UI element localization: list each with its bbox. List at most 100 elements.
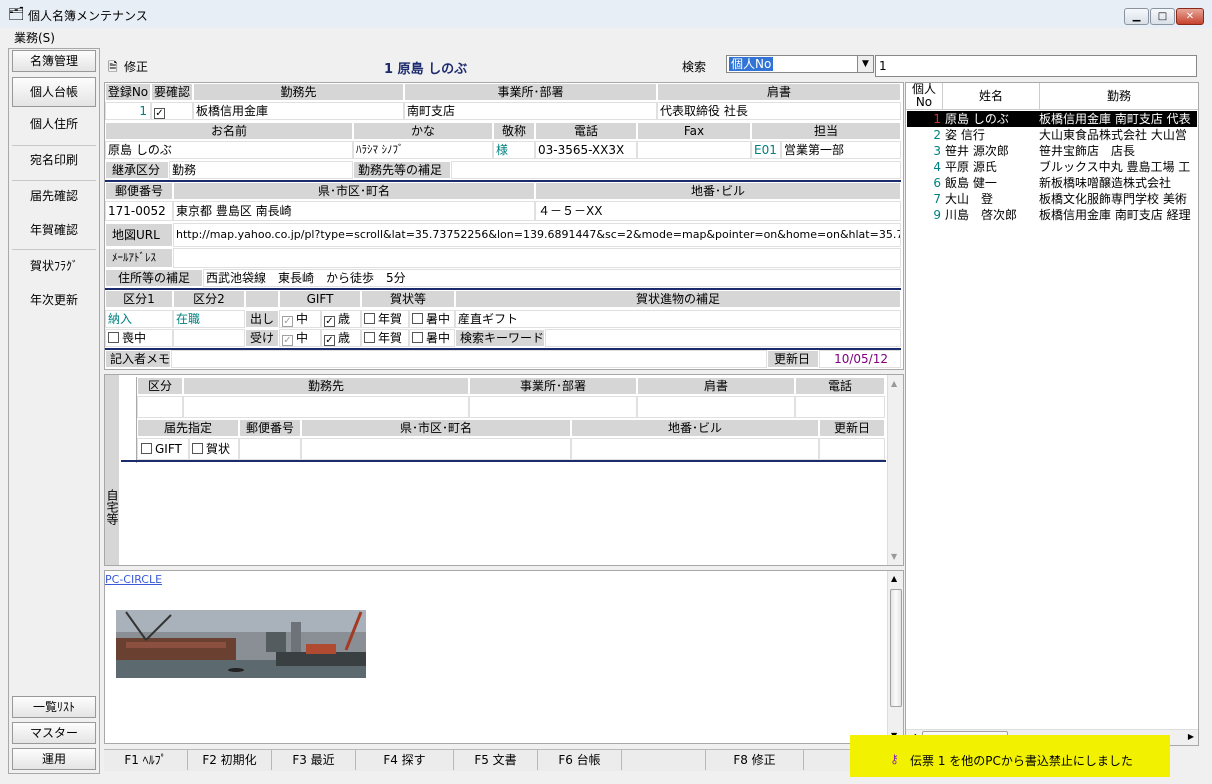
honorific-field[interactable]: 様 bbox=[493, 141, 535, 159]
card-note-field[interactable]: 産直ギフト bbox=[455, 310, 901, 328]
chevron-down-icon[interactable]: ▼ bbox=[857, 56, 873, 72]
sidebar-top-button[interactable]: 名簿管理 bbox=[12, 50, 96, 72]
recv-year-checkbox[interactable]: ✓ 歳 bbox=[321, 329, 361, 347]
staff-field[interactable]: 営業第一部 bbox=[781, 141, 901, 159]
window-title: 個人名簿メンテナンス bbox=[28, 9, 148, 23]
reg-no-field[interactable]: 1 bbox=[105, 102, 151, 120]
sidebar-item-card-flag[interactable]: 賀状ﾌﾗｸﾞ bbox=[12, 254, 96, 278]
company-field[interactable]: 板橋信用金庫 bbox=[193, 102, 404, 120]
list-row[interactable]: 6 飯島 健一 新板橋味噌醸造株式会社 bbox=[907, 175, 1197, 191]
title-field[interactable]: 代表取締役 社長 bbox=[657, 102, 901, 120]
sidebar-item-ledger[interactable]: 個人台帳 bbox=[12, 77, 96, 107]
send-mid-checkbox[interactable]: ✓ 中 bbox=[279, 310, 321, 328]
mode-label: 修正 bbox=[124, 60, 149, 74]
recv-nenga-checkbox[interactable]: 年賀 bbox=[361, 329, 409, 347]
list-row[interactable]: 3 笹井 源次郎 笹井宝飾店 店長 bbox=[907, 143, 1197, 159]
staff-code-field[interactable]: E01 bbox=[751, 141, 781, 159]
company-supp-field[interactable] bbox=[451, 161, 901, 179]
confirm-checkbox[interactable]: ✓ bbox=[151, 102, 193, 120]
list-header-no[interactable]: 個人No bbox=[906, 83, 943, 110]
list-row-selected[interactable]: 1 原島 しのぶ 板橋信用金庫 南町支店 代表 bbox=[907, 111, 1197, 127]
home-row-marker bbox=[121, 377, 137, 463]
f1-help-button[interactable]: F1 ﾍﾙﾌﾟ bbox=[104, 750, 188, 770]
sidebar-item-annual-update[interactable]: 年次更新 bbox=[12, 288, 96, 312]
kubun1-field[interactable]: 納入 bbox=[105, 310, 173, 328]
minimize-button[interactable]: ▁ bbox=[1124, 8, 1149, 25]
memo-field[interactable] bbox=[171, 350, 767, 368]
recv-mid-checkbox[interactable]: ✓ 中 bbox=[279, 329, 321, 347]
home-kubun-field[interactable] bbox=[137, 396, 183, 418]
mail-field[interactable] bbox=[173, 248, 901, 268]
home-zip-field[interactable] bbox=[239, 438, 301, 460]
home-card-checkbox[interactable]: 賀状 bbox=[189, 438, 239, 460]
keyword-field[interactable] bbox=[545, 329, 901, 347]
menu-business[interactable]: 業務(S) bbox=[14, 29, 55, 46]
sidebar-list-button[interactable]: 一覧ﾘｽﾄ bbox=[12, 696, 96, 718]
keyword-label: 検索キーワード bbox=[455, 329, 545, 347]
pc-circle-link[interactable]: PC-CIRCLE bbox=[105, 573, 162, 586]
f2-init-button[interactable]: F2 初期化 bbox=[188, 750, 272, 770]
list-row[interactable]: 7 大山 登 板橋文化服飾専門学校 美術 bbox=[907, 191, 1197, 207]
f6-ledger-button[interactable]: F6 台帳 bbox=[538, 750, 622, 770]
send-shochu-checkbox[interactable]: 暑中 bbox=[409, 310, 455, 328]
map-url-field[interactable]: http://map.yahoo.co.jp/pl?type=scroll&la… bbox=[173, 223, 901, 247]
address-supp-field[interactable]: 西武池袋線 東長崎 から徒歩 5分 bbox=[203, 269, 901, 287]
list-header-name[interactable]: 姓名 bbox=[943, 83, 1040, 110]
home-gift-checkbox[interactable]: GIFT bbox=[137, 438, 189, 460]
sidebar-item-newyear-check[interactable]: 年賀確認 bbox=[12, 218, 96, 242]
list-row[interactable]: 4 平原 源氏 ブルックス中丸 豊島工場 工 bbox=[907, 159, 1197, 175]
home-phone-field[interactable] bbox=[795, 396, 885, 418]
sidebar-item-address[interactable]: 個人住所 bbox=[12, 112, 96, 136]
list-row-company: 新板橋味噌醸造株式会社 bbox=[1039, 176, 1184, 190]
scroll-right-icon[interactable]: ▶ bbox=[1188, 732, 1194, 741]
home-branch-field[interactable] bbox=[469, 396, 637, 418]
send-year-checkbox[interactable]: ✓ 歳 bbox=[321, 310, 361, 328]
kana-field[interactable]: ﾊﾗｼﾏ ｼﾉﾌﾞ bbox=[353, 141, 493, 159]
fax-field[interactable] bbox=[637, 141, 751, 159]
home-header-delivery: 届先指定 bbox=[137, 419, 239, 437]
f8-edit-button[interactable]: F8 修正 bbox=[706, 750, 804, 770]
home-company-field[interactable] bbox=[183, 396, 469, 418]
f7-blank-button[interactable] bbox=[622, 750, 706, 770]
sidebar-operation-button[interactable]: 運用 bbox=[12, 748, 96, 770]
list-header-company[interactable]: 勤務 bbox=[1040, 83, 1198, 110]
header-staff: 担当 bbox=[751, 122, 901, 140]
maximize-button[interactable]: □ bbox=[1150, 8, 1175, 25]
f4-find-button[interactable]: F4 探す bbox=[356, 750, 454, 770]
sidebar-master-button[interactable]: マスター bbox=[12, 722, 96, 744]
f5-document-button[interactable]: F5 文書 bbox=[454, 750, 538, 770]
search-value-input[interactable]: 1 bbox=[875, 55, 1197, 77]
map-url-label: 地図URL bbox=[105, 223, 173, 247]
f3-recent-button[interactable]: F3 最近 bbox=[272, 750, 356, 770]
mail-label: ﾒｰﾙｱﾄﾞﾚｽ bbox=[105, 248, 173, 268]
scroll-up-icon[interactable]: ▲ bbox=[891, 379, 897, 388]
document-scrollbar[interactable]: ▲ ▼ bbox=[887, 571, 903, 743]
scroll-down-icon[interactable]: ▼ bbox=[891, 552, 897, 561]
sidebar-item-delivery-check[interactable]: 届先確認 bbox=[12, 184, 96, 208]
list-row[interactable]: 9 川島 啓次郎 板橋信用金庫 南町支店 経理 bbox=[907, 207, 1197, 223]
kubun2-field[interactable]: 在職 bbox=[173, 310, 245, 328]
scroll-up-icon[interactable]: ▲ bbox=[891, 574, 897, 583]
list-row[interactable]: 2 姿 信行 大山東食品株式会社 大山営 bbox=[907, 127, 1197, 143]
close-button[interactable]: ✕ bbox=[1176, 8, 1204, 25]
inherit-field[interactable]: 勤務 bbox=[169, 161, 353, 179]
branch-field[interactable]: 南町支店 bbox=[404, 102, 657, 120]
updated-field[interactable]: 10/05/12 bbox=[819, 350, 901, 368]
search-field-select[interactable]: 個人No ▼ bbox=[726, 55, 874, 73]
city-field[interactable]: 東京都 豊島区 南長崎 bbox=[173, 201, 535, 221]
home-scrollbar[interactable]: ▲ ▼ bbox=[887, 375, 903, 565]
name-field[interactable]: 原島 しのぶ bbox=[105, 141, 353, 159]
mourning-checkbox[interactable]: 喪中 bbox=[105, 329, 173, 347]
send-nenga-checkbox[interactable]: 年賀 bbox=[361, 310, 409, 328]
street-field[interactable]: ４－５－XX bbox=[535, 201, 901, 221]
scroll-thumb[interactable] bbox=[890, 589, 902, 707]
phone-field[interactable]: 03-3565-XX3X bbox=[535, 141, 637, 159]
home-street-field[interactable] bbox=[571, 438, 819, 460]
kubun-blank[interactable] bbox=[173, 329, 245, 347]
zip-field[interactable]: 171-0052 bbox=[105, 201, 173, 221]
recv-shochu-checkbox[interactable]: 暑中 bbox=[409, 329, 455, 347]
home-city-field[interactable] bbox=[301, 438, 571, 460]
home-title-field[interactable] bbox=[637, 396, 795, 418]
home-updated-field[interactable] bbox=[819, 438, 885, 460]
sidebar-item-label-print[interactable]: 宛名印刷 bbox=[12, 148, 96, 172]
